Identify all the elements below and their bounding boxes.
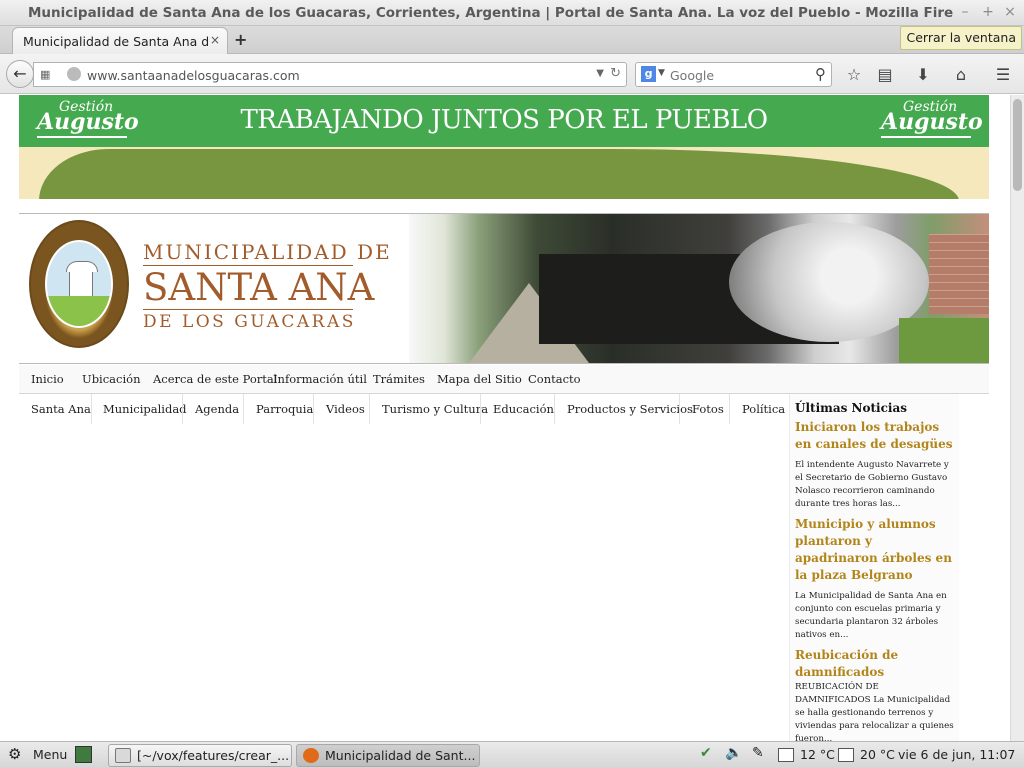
- url-text[interactable]: www.santaanadelosguacaras.com: [87, 68, 300, 83]
- nav-inicio[interactable]: Inicio: [31, 372, 64, 386]
- search-bar[interactable]: g ▼ ⚲: [635, 62, 832, 87]
- maximize-button[interactable]: +: [979, 3, 997, 21]
- home-icon[interactable]: ⌂: [951, 65, 971, 84]
- news-item: Iniciaron los trabajos en canales de des…: [795, 419, 955, 511]
- page-viewport: Gestión Augusto TRABAJANDO JUNTOS POR EL…: [0, 95, 1024, 741]
- weather-icon[interactable]: [778, 748, 794, 762]
- minimize-button[interactable]: –: [956, 3, 974, 21]
- search-input[interactable]: [670, 66, 800, 84]
- nav-informacion-util[interactable]: Información útil: [273, 372, 367, 386]
- nav-tramites[interactable]: Trámites: [373, 372, 425, 386]
- taskbar-item-firefox[interactable]: Municipalidad de Sant...: [296, 744, 480, 767]
- downloads-icon[interactable]: ⬇: [913, 65, 933, 84]
- url-dropdown-icon[interactable]: ▼: [596, 68, 604, 79]
- news-headline[interactable]: Municipio y alumnos plantaron y apadrina…: [795, 516, 955, 584]
- subnav-turismo-cultura[interactable]: Turismo y Cultura: [382, 402, 488, 416]
- locomotive-photo: [409, 214, 989, 363]
- tab-label: Municipalidad de Santa Ana d...: [23, 34, 208, 49]
- subnav-fotos[interactable]: Fotos: [692, 402, 724, 416]
- volume-icon[interactable]: 🔈: [725, 745, 742, 761]
- menu-gear-icon[interactable]: ⚙: [8, 745, 21, 763]
- search-engine-dropdown-icon[interactable]: ▼: [658, 68, 665, 78]
- url-bar[interactable]: ▦ www.santaanadelosguacaras.com ▼ ↻: [33, 62, 627, 87]
- subnav-politica[interactable]: Política: [742, 402, 785, 416]
- subnav-videos[interactable]: Videos: [326, 402, 365, 416]
- municipal-seal-logo[interactable]: [29, 220, 129, 348]
- name-line1: MUNICIPALIDAD DE: [143, 240, 392, 264]
- news-item: Reubicación de damnificados REUBICACIÓN …: [795, 647, 955, 741]
- main-nav: Inicio Ubicación Acerca de este Portal I…: [19, 365, 989, 394]
- campaign-banner: Gestión Augusto TRABAJANDO JUNTOS POR EL…: [19, 95, 989, 199]
- globe-icon: [67, 67, 81, 81]
- nav-mapa-sitio[interactable]: Mapa del Sitio: [437, 372, 522, 386]
- menu-button[interactable]: Menu: [33, 747, 67, 762]
- new-tab-button[interactable]: +: [234, 30, 247, 49]
- taskbar: ⚙ Menu [~/vox/features/crear_... Municip…: [0, 741, 1024, 768]
- nav-contacto[interactable]: Contacto: [528, 372, 581, 386]
- news-summary: El intendente Augusto Navarrete y el Sec…: [795, 460, 949, 509]
- network-icon[interactable]: ✎: [752, 745, 764, 761]
- news-summary: REUBICACIÓN DE DAMNIFICADOS La Municipal…: [795, 682, 954, 741]
- news-summary: La Municipalidad de Santa Ana en conjunt…: [795, 591, 947, 640]
- clock[interactable]: vie 6 de jun, 11:07: [898, 747, 1015, 762]
- subnav-parroquia[interactable]: Parroquia: [256, 402, 313, 416]
- news-headline[interactable]: Reubicación de damnificados: [795, 647, 955, 681]
- terminal-launcher-icon[interactable]: [75, 746, 92, 763]
- reload-icon[interactable]: ↻: [610, 66, 621, 81]
- browser-tab-active[interactable]: Municipalidad de Santa Ana d... ×: [12, 27, 228, 54]
- tab-strip: Municipalidad de Santa Ana d... × +: [0, 26, 1024, 54]
- site-header: MUNICIPALIDAD DE SANTA ANA DE LOS GUACAR…: [19, 213, 989, 364]
- back-button[interactable]: ←: [6, 60, 34, 88]
- google-icon[interactable]: g: [641, 66, 656, 82]
- scrollbar-thumb[interactable]: [1013, 99, 1022, 191]
- tab-close-icon[interactable]: ×: [210, 33, 220, 47]
- nav-acerca[interactable]: Acerca de este Portal: [153, 372, 277, 386]
- subnav-municipalidad[interactable]: Municipalidad: [103, 402, 187, 416]
- bookmark-star-icon[interactable]: ☆: [844, 65, 864, 84]
- subnav-educacion[interactable]: Educación: [493, 402, 554, 416]
- subnav-agenda[interactable]: Agenda: [195, 402, 239, 416]
- news-headline[interactable]: Iniciaron los trabajos en canales de des…: [795, 419, 955, 453]
- temperature-1[interactable]: 12 °C: [800, 747, 835, 762]
- menu-hamburger-icon[interactable]: ☰: [993, 65, 1013, 84]
- name-line2: SANTA ANA: [143, 266, 375, 309]
- subnav-santa-ana[interactable]: Santa Ana: [31, 402, 91, 416]
- grid-icon[interactable]: ▦: [40, 68, 50, 81]
- temperature-2[interactable]: 20 °C: [860, 747, 895, 762]
- terminal-icon: [115, 748, 131, 763]
- subnav-productos-servicios[interactable]: Productos y Servicios: [567, 402, 693, 416]
- window-titlebar: Municipalidad de Santa Ana de los Guacar…: [0, 0, 1024, 26]
- window-title: Municipalidad de Santa Ana de los Guacar…: [28, 5, 953, 21]
- latest-news-sidebar: Últimas Noticias Iniciaron los trabajos …: [789, 394, 959, 741]
- bookmarks-menu-icon[interactable]: ▤: [875, 65, 895, 84]
- page-scrollbar[interactable]: [1010, 95, 1024, 741]
- close-window-button[interactable]: ×: [1001, 3, 1019, 21]
- weather-icon-2[interactable]: [838, 748, 854, 762]
- gestion-augusto-logo-right: Gestión Augusto: [881, 99, 983, 138]
- news-item: Municipio y alumnos plantaron y apadrina…: [795, 516, 955, 642]
- search-icon[interactable]: ⚲: [815, 65, 826, 83]
- banner-curve: [19, 147, 989, 199]
- latest-news-title: Últimas Noticias: [795, 401, 908, 415]
- close-window-tooltip: Cerrar la ventana: [900, 26, 1022, 50]
- navigation-toolbar: ▦ www.santaanadelosguacaras.com ▼ ↻ ← g …: [0, 54, 1024, 94]
- nav-ubicacion[interactable]: Ubicación: [82, 372, 140, 386]
- banner-slogan: TRABAJANDO JUNTOS POR EL PUEBLO: [240, 105, 768, 135]
- taskbar-item-terminal[interactable]: [~/vox/features/crear_...: [108, 744, 292, 767]
- section-nav: Santa Ana Municipalidad Agenda Parroquia…: [19, 394, 789, 424]
- municipality-name: MUNICIPALIDAD DE SANTA ANA DE LOS GUACAR…: [143, 242, 392, 331]
- firefox-icon: [303, 748, 319, 763]
- shield-icon[interactable]: ✔: [700, 745, 712, 761]
- back-arrow-icon: ←: [13, 64, 27, 83]
- name-line3: DE LOS GUACARAS: [143, 312, 356, 332]
